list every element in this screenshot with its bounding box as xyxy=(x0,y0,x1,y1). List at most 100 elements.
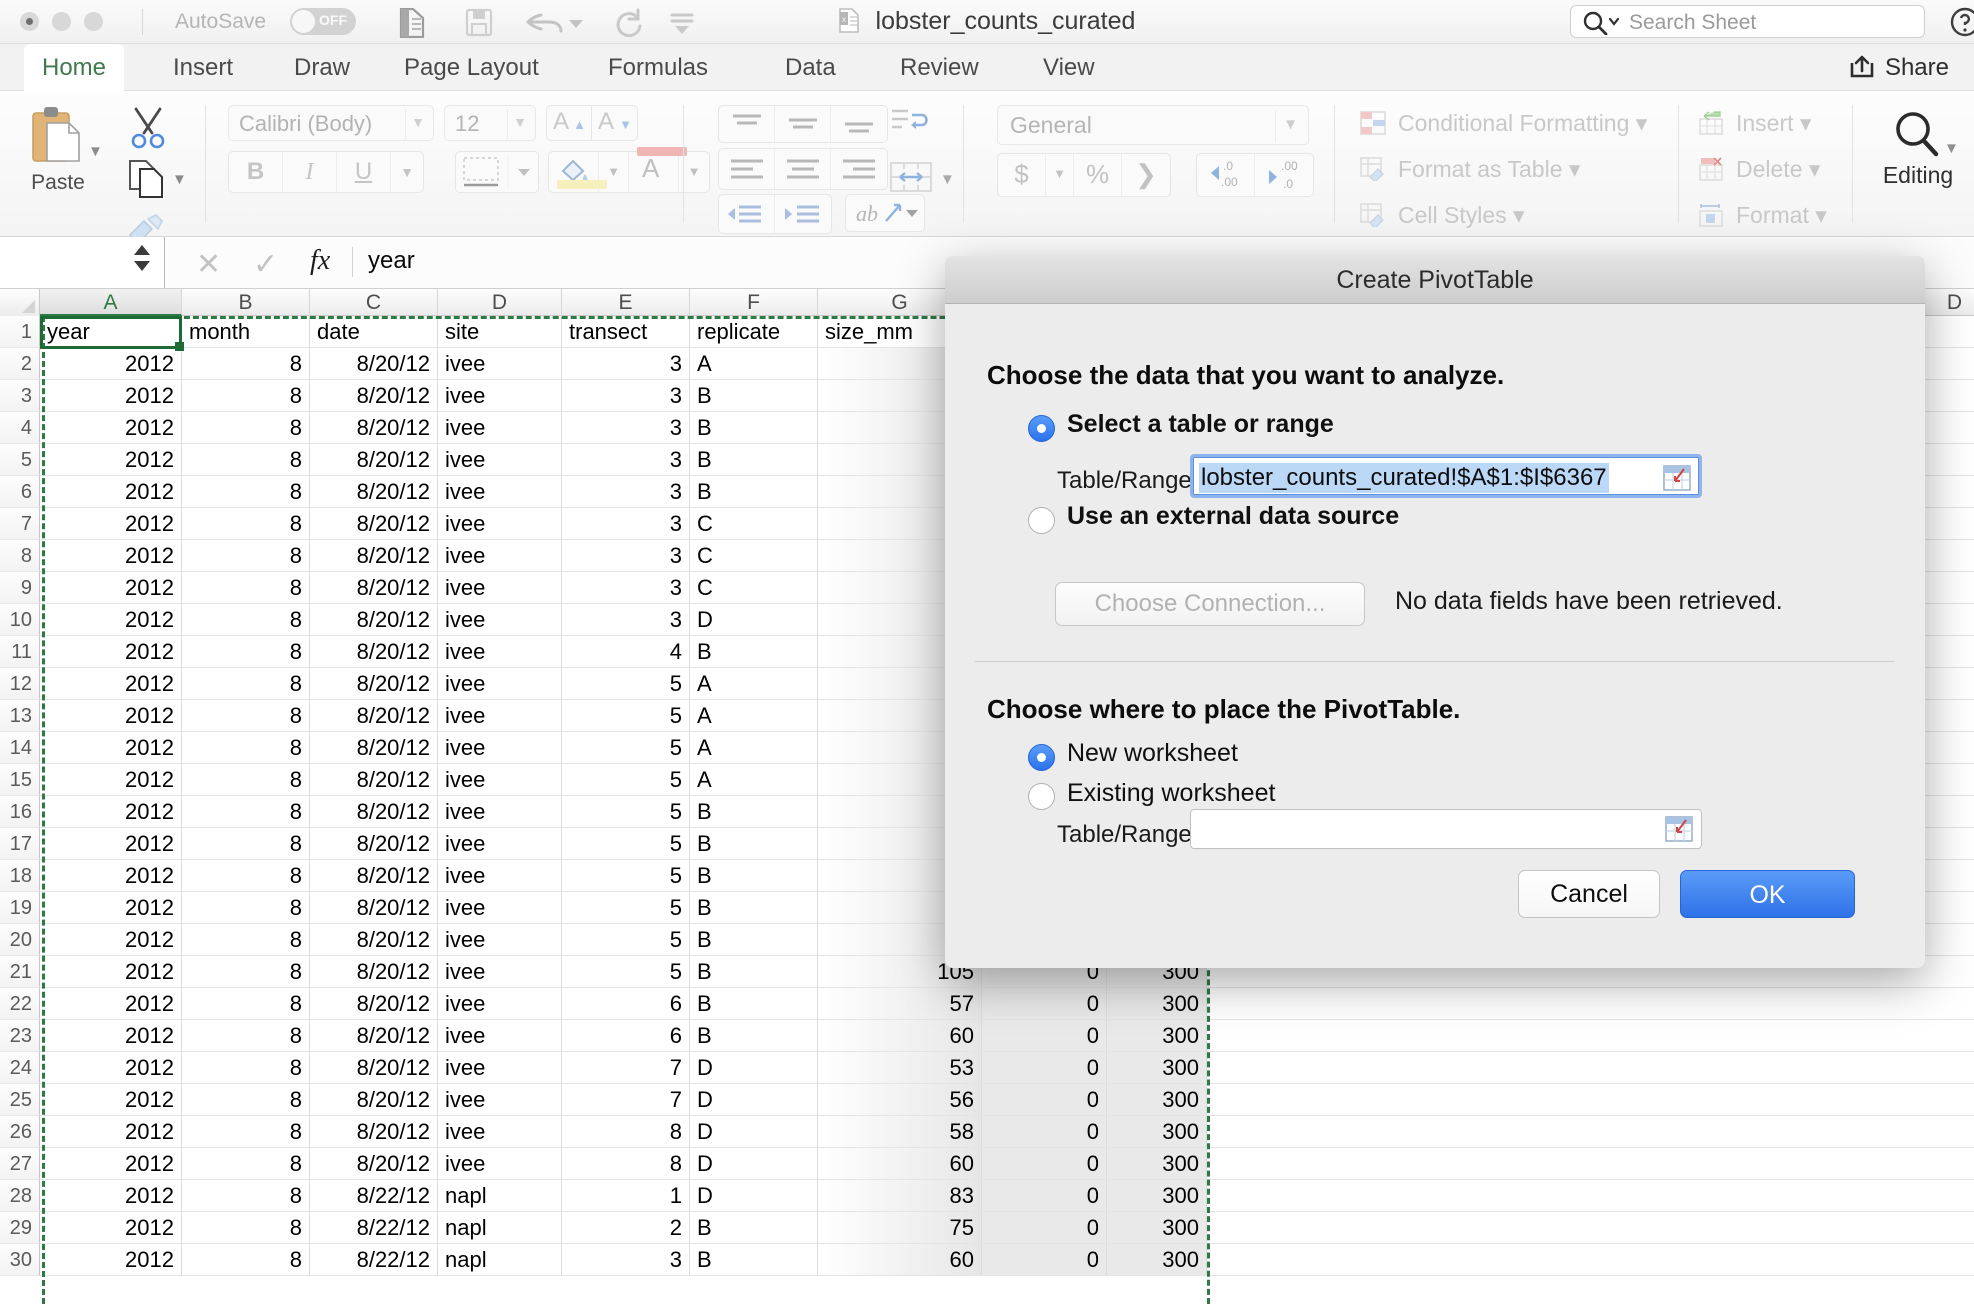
wrap-text-icon[interactable] xyxy=(888,105,934,145)
table-row[interactable]: 2012 8 8/20/12 ivee 7 D 53 0 300 xyxy=(40,1052,1974,1084)
align-top-button[interactable] xyxy=(719,106,775,142)
tab-data[interactable]: Data xyxy=(767,44,854,91)
table-cell[interactable]: 8 xyxy=(182,700,310,731)
table-cell[interactable]: 3 xyxy=(562,348,690,379)
table-cell[interactable]: 8/20/12 xyxy=(310,540,438,571)
table-cell[interactable]: A xyxy=(690,348,818,379)
table-cell[interactable]: 300 xyxy=(1107,1244,1207,1275)
table-cell[interactable]: 300 xyxy=(1107,1212,1207,1243)
column-header-d-3[interactable]: D xyxy=(438,289,562,316)
align-middle-button[interactable] xyxy=(775,106,831,142)
table-row[interactable]: 2012 8 8/20/12 ivee 6 B 60 0 300 xyxy=(40,1020,1974,1052)
row-header-17[interactable]: 17 xyxy=(0,828,40,860)
table-cell[interactable]: A xyxy=(690,732,818,763)
decrease-font-size-button[interactable]: A ▼ xyxy=(592,105,638,141)
table-cell[interactable]: 8/20/12 xyxy=(310,668,438,699)
row-header-1[interactable]: 1 xyxy=(0,316,40,348)
cut-icon[interactable] xyxy=(128,107,168,149)
table-cell[interactable]: 8 xyxy=(182,1116,310,1147)
merge-dropdown-arrow[interactable]: ▼ xyxy=(940,171,955,188)
table-cell[interactable]: 8/20/12 xyxy=(310,508,438,539)
select-all-corner[interactable] xyxy=(0,289,40,316)
cell-styles-button[interactable]: Cell Styles ▾ xyxy=(1360,202,1525,229)
row-header-26[interactable]: 26 xyxy=(0,1116,40,1148)
table-cell[interactable]: 5 xyxy=(562,732,690,763)
table-cell[interactable]: 2012 xyxy=(40,892,182,923)
table-cell[interactable]: 6 xyxy=(562,988,690,1019)
row-header-12[interactable]: 12 xyxy=(0,668,40,700)
row-header-24[interactable]: 24 xyxy=(0,1052,40,1084)
table-cell[interactable]: 8 xyxy=(182,348,310,379)
merge-cells-icon[interactable] xyxy=(888,159,934,197)
table-cell[interactable]: 3 xyxy=(562,476,690,507)
format-as-table-button[interactable]: Format as Table ▾ xyxy=(1360,156,1580,183)
table-cell[interactable]: D xyxy=(690,1052,818,1083)
column-header-a-0[interactable]: A xyxy=(40,289,182,316)
table-cell[interactable]: 8/20/12 xyxy=(310,732,438,763)
decrease-indent-button[interactable] xyxy=(719,195,775,233)
table-cell[interactable]: C xyxy=(690,540,818,571)
table-cell[interactable]: 0 xyxy=(982,1052,1107,1083)
range-picker-icon[interactable] xyxy=(1665,816,1693,842)
table-cell[interactable]: B xyxy=(690,988,818,1019)
table-cell[interactable]: ivee xyxy=(438,988,562,1019)
table-row[interactable]: 2012 8 8/22/12 napl 3 B 60 0 300 xyxy=(40,1244,1974,1276)
row-header-11[interactable]: 11 xyxy=(0,636,40,668)
table-cell[interactable]: 4 xyxy=(562,636,690,667)
row-header-30[interactable]: 30 xyxy=(0,1244,40,1276)
table-cell[interactable]: 8 xyxy=(182,1052,310,1083)
table-cell[interactable]: 8 xyxy=(182,988,310,1019)
tab-review[interactable]: Review xyxy=(882,44,997,91)
column-header-c-2[interactable]: C xyxy=(310,289,438,316)
table-cell[interactable]: B xyxy=(690,828,818,859)
table-cell[interactable]: C xyxy=(690,572,818,603)
active-cell-a1[interactable] xyxy=(40,316,184,351)
table-row[interactable]: 2012 8 8/20/12 ivee 6 B 57 0 300 xyxy=(40,988,1974,1020)
table-cell[interactable]: 5 xyxy=(562,796,690,827)
table-cell[interactable]: B xyxy=(690,476,818,507)
borders-button[interactable] xyxy=(455,151,539,193)
table-cell[interactable]: 8/20/12 xyxy=(310,764,438,795)
table-cell[interactable]: ivee xyxy=(438,828,562,859)
table-cell[interactable]: 2012 xyxy=(40,956,182,987)
table-cell[interactable]: B xyxy=(690,380,818,411)
table-cell[interactable]: 2012 xyxy=(40,636,182,667)
table-cell[interactable]: ivee xyxy=(438,1084,562,1115)
table-cell[interactable]: ivee xyxy=(438,1052,562,1083)
row-header-16[interactable]: 16 xyxy=(0,796,40,828)
table-cell[interactable]: B xyxy=(690,636,818,667)
table-cell[interactable]: ivee xyxy=(438,572,562,603)
table-cell[interactable]: 8 xyxy=(182,796,310,827)
table-cell[interactable]: 2012 xyxy=(40,668,182,699)
table-cell[interactable]: 2012 xyxy=(40,700,182,731)
row-header-3[interactable]: 3 xyxy=(0,380,40,412)
table-cell[interactable]: 0 xyxy=(982,1148,1107,1179)
row-header-18[interactable]: 18 xyxy=(0,860,40,892)
ok-button[interactable]: OK xyxy=(1680,870,1855,918)
table-cell[interactable]: 2012 xyxy=(40,1148,182,1179)
tab-home[interactable]: Home xyxy=(24,44,125,91)
table-cell[interactable]: 8 xyxy=(182,1020,310,1051)
editing-dropdown-arrow[interactable]: ▼ xyxy=(1944,140,1959,157)
table-cell[interactable]: 2012 xyxy=(40,1084,182,1115)
table-cell[interactable]: 8/22/12 xyxy=(310,1180,438,1211)
bold-button[interactable]: B xyxy=(229,152,283,192)
table-cell[interactable]: 2012 xyxy=(40,796,182,827)
table-cell[interactable]: 8 xyxy=(182,412,310,443)
table-cell[interactable]: 8/20/12 xyxy=(310,476,438,507)
table-cell[interactable]: 2012 xyxy=(40,1052,182,1083)
percent-format-button[interactable]: % xyxy=(1074,154,1122,196)
table-cell[interactable]: 2012 xyxy=(40,380,182,411)
header-cell[interactable]: transect xyxy=(562,316,690,347)
table-cell[interactable]: 8/20/12 xyxy=(310,348,438,379)
table-cell[interactable]: 300 xyxy=(1107,1180,1207,1211)
table-row[interactable]: 2012 8 8/20/12 ivee 7 D 56 0 300 xyxy=(40,1084,1974,1116)
row-header-14[interactable]: 14 xyxy=(0,732,40,764)
header-cell[interactable]: site xyxy=(438,316,562,347)
increase-indent-button[interactable] xyxy=(775,195,831,233)
table-cell[interactable]: B xyxy=(690,924,818,955)
table-cell[interactable]: ivee xyxy=(438,796,562,827)
table-cell[interactable]: 60 xyxy=(818,1244,982,1275)
table-row[interactable]: 2012 8 8/22/12 napl 1 D 83 0 300 xyxy=(40,1180,1974,1212)
font-size-select[interactable]: 12 ▼ xyxy=(444,105,536,141)
